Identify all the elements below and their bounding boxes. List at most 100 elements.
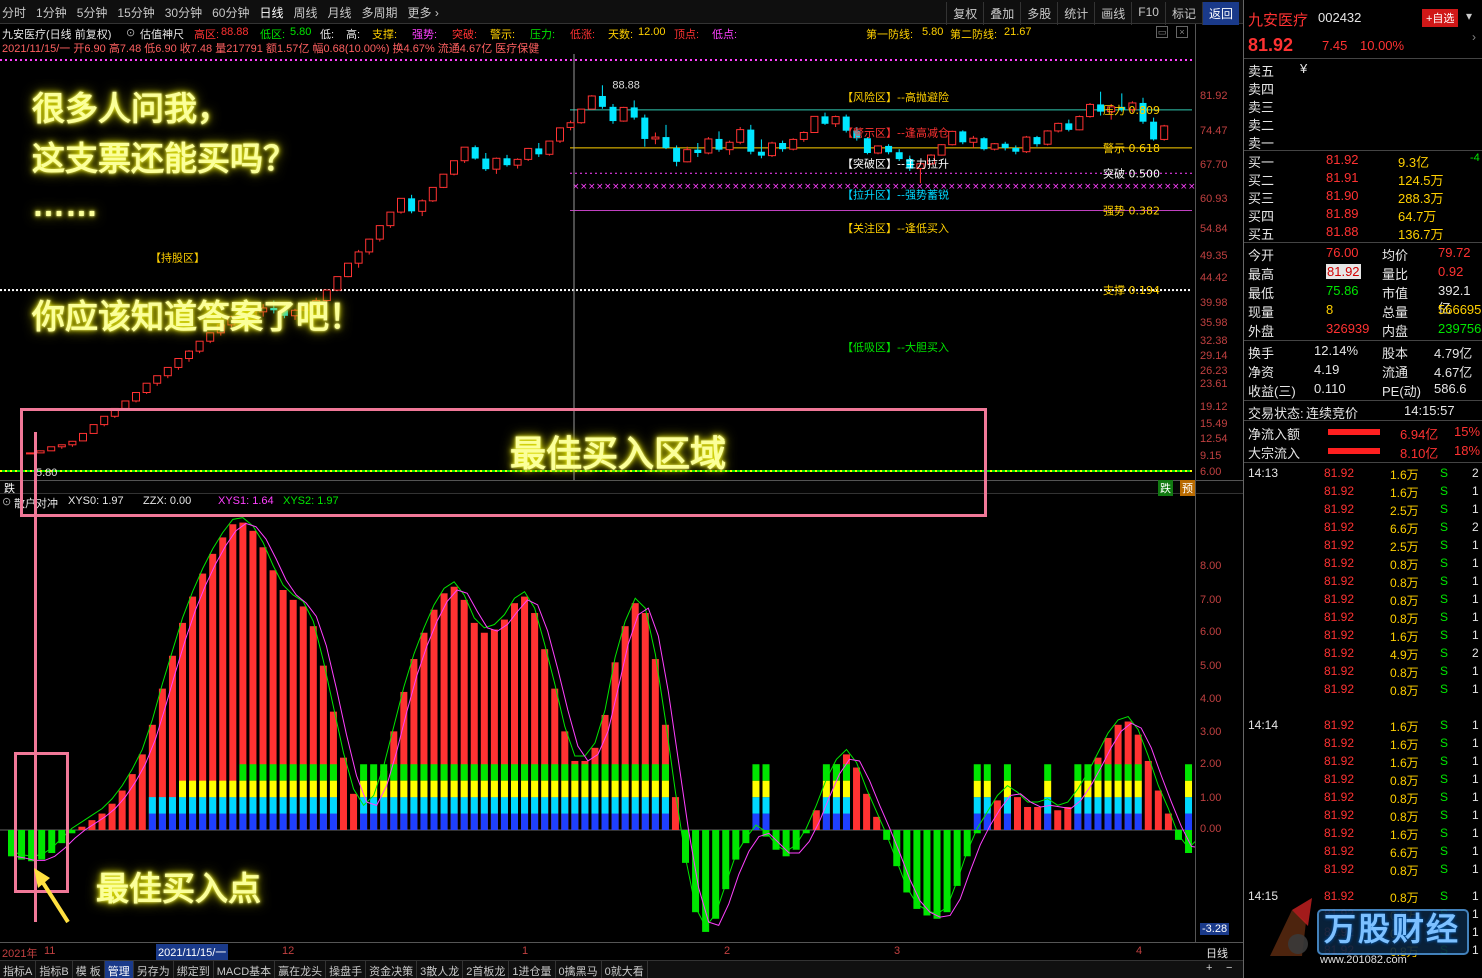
support-label: 支撑:: [372, 29, 398, 40]
cross-marker: ×: [636, 182, 644, 192]
tool-button-5[interactable]: F10: [1131, 2, 1165, 25]
support-dot: [448, 289, 450, 292]
quote-row: 现量 8 总量 566695: [1244, 301, 1482, 320]
cross-marker: ×: [612, 182, 620, 192]
support-dot: [1016, 289, 1018, 292]
band-block: [269, 797, 277, 814]
osc-bar-down: [933, 830, 941, 919]
candle-body: [630, 107, 638, 118]
tick-volume: 0.8万: [1390, 810, 1419, 824]
period-tab-7[interactable]: 周线: [293, 4, 317, 21]
stat-value: 4.67亿: [1434, 365, 1473, 380]
collapse-icon[interactable]: ›: [1472, 30, 1482, 44]
indicator-name[interactable]: 估值神尺: [140, 26, 184, 40]
scale-main-label: 19.12: [1200, 401, 1228, 413]
ask-marker: ¥: [1300, 61, 1308, 76]
period-tab-2[interactable]: 5分钟: [77, 4, 108, 21]
bottom-dot: [1175, 470, 1177, 472]
period-tab-4[interactable]: 30分钟: [165, 4, 202, 21]
period-tab-8[interactable]: 月线: [328, 4, 352, 21]
overlay-question-2: 这支票还能买吗？: [32, 140, 296, 177]
support-dot: [684, 289, 686, 292]
band-block: [199, 797, 207, 814]
template-tab-9[interactable]: 资金决策: [366, 961, 418, 978]
band-block: [279, 780, 287, 798]
support-dot: [900, 289, 902, 292]
period-tabs: 分时 1分钟 5分钟 15分钟 30分钟 60分钟 日线 周线 月线 多周期 更多 ›: [2, 4, 439, 21]
cross-marker: ×: [732, 182, 740, 192]
support-dot: [500, 289, 502, 292]
band-block: [299, 764, 307, 781]
template-tab-8[interactable]: 操盘手: [326, 961, 367, 978]
tool-button-7[interactable]: 返回: [1201, 2, 1239, 25]
support-dot: [1028, 289, 1030, 292]
support-dot: [936, 289, 938, 292]
period-tab-3[interactable]: 15分钟: [117, 4, 154, 21]
template-tab-14[interactable]: 0就大看: [602, 961, 648, 978]
tool-button-6[interactable]: 标记: [1164, 2, 1202, 25]
template-tab-13[interactable]: 0擒黑马: [556, 961, 602, 978]
band-block: [511, 764, 518, 781]
bottom-dot: [10, 470, 12, 472]
osc-bar-up: [1064, 806, 1072, 830]
support-dot: [1064, 289, 1066, 292]
template-tab-12[interactable]: 1进仓量: [509, 961, 556, 978]
quote-panel: 九安医疗 002432 +自选 ▾ 81.92 7.45 10.00% 卖五 ¥ 卖…: [1243, 0, 1482, 978]
tick-count: 1: [1472, 736, 1479, 750]
tick-count: 2: [1472, 466, 1479, 480]
template-tab-10[interactable]: 3散人龙: [417, 961, 464, 978]
template-tab-1[interactable]: 指标B: [36, 961, 73, 978]
support-dot: [868, 289, 870, 292]
band-block: [470, 813, 478, 830]
template-tab-2[interactable]: 模 板: [73, 961, 105, 978]
scale-sub-label: 3.00: [1200, 726, 1222, 738]
period-tab-10[interactable]: 更多 ›: [408, 4, 439, 21]
template-tab-0[interactable]: 指标A: [0, 961, 37, 978]
period-tab-9[interactable]: 多周期: [362, 4, 398, 21]
osc-bar-up: [1014, 797, 1021, 830]
tick-side: S: [1440, 844, 1449, 858]
stat-label: 净资: [1248, 365, 1275, 380]
tool-button-2[interactable]: 多股: [1020, 2, 1057, 25]
osc-bar-up: [853, 767, 861, 830]
tool-button-1[interactable]: 叠加: [983, 2, 1020, 25]
period-tab-5[interactable]: 60分钟: [212, 4, 249, 21]
tool-button-4[interactable]: 画线: [1094, 2, 1131, 25]
support-dot: [852, 289, 854, 292]
band-block: [199, 813, 207, 830]
bid-price: 81.91: [1326, 170, 1359, 185]
tool-button-3[interactable]: 统计: [1057, 2, 1094, 25]
support-dot: [472, 289, 474, 292]
tool-button-0[interactable]: 复权: [946, 2, 983, 25]
add-favorite-button[interactable]: +自选: [1422, 9, 1459, 27]
restore-icon[interactable]: ▭: [1156, 26, 1168, 38]
band-block: [1134, 780, 1142, 798]
template-tab-5[interactable]: 绑定到: [174, 961, 214, 978]
candle-body: [641, 117, 649, 139]
template-tab-7[interactable]: 赢在龙头: [275, 961, 327, 978]
cross-marker: ×: [1164, 182, 1172, 192]
dropdown-icon[interactable]: ⊙: [126, 26, 135, 39]
zoom-in-icon[interactable]: +: [1206, 962, 1212, 974]
band-block: [1084, 780, 1092, 798]
band-block: [380, 813, 388, 830]
band-block: [410, 813, 418, 830]
support-dot: [484, 289, 486, 292]
period-tab-0[interactable]: 分时: [2, 4, 26, 21]
period-tab-1[interactable]: 1分钟: [36, 4, 67, 21]
candle-body: [662, 137, 670, 148]
band-block: [1134, 813, 1142, 830]
zoom-out-icon[interactable]: −: [1226, 962, 1232, 974]
period-tab-6[interactable]: 日线: [259, 4, 283, 21]
template-tab-3[interactable]: 管理: [104, 961, 134, 978]
support-dot: [740, 289, 742, 292]
level-label-support: 支撑 0.194: [1103, 283, 1160, 297]
template-tab-11[interactable]: 2首板龙: [463, 961, 510, 978]
template-tab-4[interactable]: 另存为: [134, 961, 174, 978]
dropdown-icon[interactable]: ▾: [1466, 9, 1472, 23]
close-icon[interactable]: ×: [1176, 26, 1188, 38]
support-dot: [776, 289, 778, 292]
settings-icon[interactable]: ⊙: [2, 495, 11, 508]
template-tab-6[interactable]: MACD基本: [214, 961, 276, 978]
support-dot: [844, 289, 846, 292]
